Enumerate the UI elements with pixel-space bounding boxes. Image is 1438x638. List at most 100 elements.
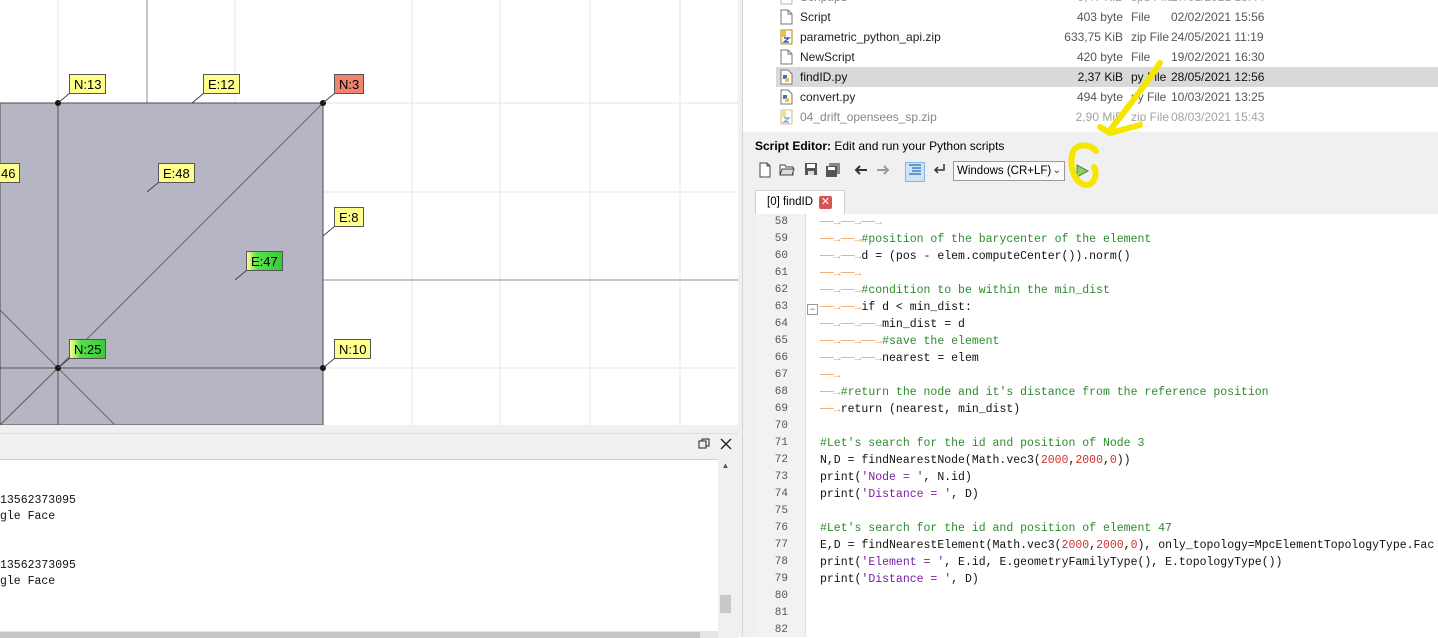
code-text: #Let's search for the id and position of… [820, 522, 1172, 535]
file-date: 28/05/2021 12:56 [1171, 70, 1265, 84]
file-name: findID.py [800, 70, 848, 84]
tab-marker-icon: ──→──→ [820, 250, 862, 263]
line-number: 66 [774, 352, 788, 364]
python-icon [780, 69, 793, 85]
file-date: 08/03/2021 15:43 [1171, 110, 1265, 124]
save-icon[interactable] [801, 162, 821, 182]
node-tag-highlighted: N:3 [334, 74, 365, 94]
close-tab-icon[interactable]: ✕ [819, 196, 832, 209]
line-number: 73 [774, 471, 788, 483]
code-line: N,D = findNearestNode(Math.vec3(2000,200… [820, 454, 1131, 467]
file-row[interactable]: Script 403 byte File 02/02/2021 15:56 [776, 7, 1438, 27]
line-number: 81 [774, 607, 788, 619]
scrollbar-thumb[interactable] [720, 595, 731, 613]
code-text: d = (pos - elem.computeCenter()).norm() [861, 250, 1131, 263]
code-line: ──→return (nearest, min_dist) [820, 403, 1020, 416]
code-text: print('Distance = ', D) [820, 488, 979, 501]
code-line: E,D = findNearestElement(Math.vec3(2000,… [820, 539, 1434, 552]
file-name: convert.py [800, 90, 856, 104]
tab-marker-icon: ──→──→ [820, 233, 862, 246]
tab-marker-icon: ──→──→ [820, 267, 862, 280]
line-number: 58 [774, 216, 788, 228]
line-wrap-icon[interactable] [929, 162, 949, 182]
file-row[interactable]: Script.pd 9,47 KiB spd File17/01/2021 15:4… [776, 0, 1438, 7]
restore-icon[interactable] [696, 437, 712, 453]
console-output[interactable]: 13562373095 gle Face 13562373095 gle Fac… [0, 459, 718, 632]
code-line: ──→──→ [820, 267, 861, 280]
element-tag: 46 [0, 163, 21, 183]
node-tag: N:13 [69, 74, 107, 94]
file-size: 403 byte [1076, 10, 1123, 24]
undo-icon[interactable] [851, 162, 871, 182]
console-header [0, 434, 738, 458]
file-size: 633,75 KiB [1064, 30, 1123, 44]
node-tag-selected: N:25 [69, 339, 107, 359]
code-line: print('Element = ', E.id, E.geometryFami… [820, 556, 1282, 569]
code-text: print('Distance = ', D) [820, 573, 979, 586]
mesh-canvas[interactable] [0, 0, 738, 425]
close-icon[interactable] [718, 437, 734, 453]
open-file-icon[interactable] [777, 162, 797, 182]
line-number: 64 [774, 318, 788, 330]
code-text: print('Element = ', E.id, E.geometryFami… [820, 556, 1283, 569]
code-editor[interactable]: 58 59 60 61 62 63 64 65 66 67 68 69 70 71 72 73 74 75 76 77… [755, 214, 1438, 637]
console-text: 13562373095 gle Face 13562373095 gle Fac… [0, 494, 76, 589]
file-name: Script.pd [800, 0, 847, 4]
line-number: 80 [774, 590, 788, 602]
code-line: ──→──→d = (pos - elem.computeCenter()).n… [820, 250, 1131, 263]
code-line: ──→──→if d < min_dist: [820, 301, 972, 314]
show-whitespace-icon[interactable] [905, 162, 925, 182]
save-all-icon[interactable] [823, 162, 843, 182]
code-text: min_dist = d [882, 318, 965, 331]
file-row[interactable]: parametric_python_api.zip 633,75 KiB zip F… [776, 27, 1438, 47]
line-number: 59 [774, 233, 788, 245]
code-line: ──→#return the node and it's distance fr… [820, 386, 1269, 399]
line-number: 77 [774, 539, 788, 551]
line-number: 60 [774, 250, 788, 262]
code-text: #condition to be within the min_dist [861, 284, 1110, 297]
horizontal-splitter[interactable] [0, 425, 738, 433]
file-name: NewScript [800, 50, 855, 64]
fold-toggle-icon[interactable]: − [807, 304, 818, 315]
element-tag-selected: E:47 [246, 251, 283, 271]
model-viewport[interactable]: N:13 E:12 N:3 46 E:48 E:8 E:47 N:25 N:10 [0, 0, 738, 425]
new-file-icon[interactable] [755, 162, 775, 182]
tab-marker-icon: ──→──→──→ [820, 216, 883, 229]
panel-title: Script Editor: Edit and run your Python … [755, 139, 1005, 153]
zip-icon [780, 109, 793, 125]
file-icon [780, 9, 793, 25]
element-tag: E:8 [334, 207, 364, 227]
scroll-up-icon[interactable]: ▲ [718, 459, 733, 473]
file-name: Script [800, 10, 831, 24]
line-number: 71 [774, 437, 788, 449]
file-name: parametric_python_api.zip [800, 30, 941, 44]
line-number: 62 [774, 284, 788, 296]
code-line: #Let's search for the id and position of… [820, 522, 1172, 535]
node-tag: N:10 [334, 339, 372, 359]
annotation-arrow-icon [1068, 60, 1163, 189]
file-type: spd File [1131, 0, 1173, 4]
code-line: ──→──→#position of the barycenter of the… [820, 233, 1151, 246]
code-text: E,D = findNearestElement(Math.vec3(2000,… [820, 539, 1435, 552]
console-vertical-scrollbar[interactable]: ▲ [718, 459, 733, 631]
line-number: 75 [774, 505, 788, 517]
tab-marker-icon: ──→──→──→ [820, 318, 883, 331]
line-number: 65 [774, 335, 788, 347]
line-number: 67 [774, 369, 788, 381]
line-number-gutter: 58 59 60 61 62 63 64 65 66 67 68 69 70 71 72 73 74 75 76 77… [755, 214, 806, 637]
scrollbar-thumb[interactable] [0, 632, 700, 638]
python-icon [780, 89, 793, 105]
line-ending-select[interactable]: Windows (CR+LF) ⌄ [953, 161, 1065, 181]
tab-marker-icon: ──→ [820, 403, 841, 416]
code-line: print('Distance = ', D) [820, 573, 979, 586]
file-date: 02/02/2021 15:56 [1171, 10, 1265, 24]
line-number: 76 [774, 522, 788, 534]
file-icon [780, 0, 793, 5]
file-type: File [1131, 10, 1151, 24]
tab-findid[interactable]: [0] findID ✕ [755, 190, 845, 214]
file-date: 10/03/2021 13:25 [1171, 90, 1265, 104]
line-number: 69 [774, 403, 788, 415]
file-date: 19/02/2021 16:30 [1171, 50, 1265, 64]
redo-icon[interactable] [873, 162, 893, 182]
code-line: ──→──→#condition to be within the min_di… [820, 284, 1110, 297]
